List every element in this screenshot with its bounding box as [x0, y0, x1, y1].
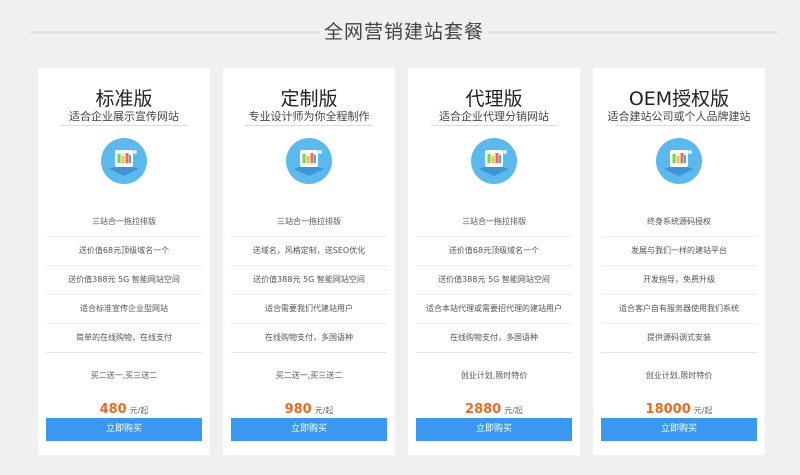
feature-item: 三站合一拖拉排版	[416, 208, 572, 237]
section-header: 全网营销建站套餐	[30, 14, 778, 50]
price-row: 980 元/起	[223, 398, 395, 417]
website-builder-icon	[101, 138, 147, 184]
feature-item: 送价值68元顶级域名一个	[416, 237, 572, 266]
feature-item: 送价值68元顶级域名一个	[46, 237, 202, 266]
plan-name: 定制版	[280, 88, 338, 110]
plan-subtitle: 专业设计师为你全程制作	[248, 110, 370, 123]
feature-list: 三站合一拖拉排版 送价值68元顶级域名一个 送价值388元 5G 智能网站空间 适合标…	[38, 208, 210, 353]
feature-list: 三站合一拖拉排版 送域名，风格定制，送SEO优化 送价值388元 5G 智能网站空间…	[223, 208, 395, 353]
feature-list: 三站合一拖拉排版 送价值68元顶级域名一个 送价值388元 5G 智能网站空间 适合本…	[408, 208, 580, 353]
feature-item: 送价值388元 5G 智能网站空间	[46, 266, 202, 295]
feature-item: 终身系统源码授权	[601, 208, 757, 237]
price-value: 480	[99, 402, 127, 417]
plan-divider	[245, 125, 373, 126]
feature-item: 开发指导，免费升级	[601, 266, 757, 295]
title-line-right	[488, 31, 778, 34]
feature-item: 三站合一拖拉排版	[231, 208, 387, 237]
feature-item: 简单的在线购物，在线支付	[46, 324, 202, 353]
promo-text: 买二送一,买三送二	[90, 371, 158, 380]
price-value: 2880	[465, 402, 502, 417]
plan-name: OEM授权版	[628, 88, 730, 110]
plan-cards: 标准版 适合企业展示宣传网站 三站合一拖拉排版 送价值68元顶级域名一个 送价值38…	[38, 68, 765, 455]
page-title: 全网营销建站套餐	[323, 21, 484, 43]
price-unit: 元/起	[314, 406, 334, 415]
buy-button[interactable]: 立即购买	[231, 418, 387, 441]
plan-card-1: 标准版 适合企业展示宣传网站 三站合一拖拉排版 送价值68元顶级域名一个 送价值38…	[38, 68, 210, 455]
buy-button[interactable]: 立即购买	[601, 418, 757, 441]
plan-name: 标准版	[95, 88, 153, 110]
feature-item: 在线购物支付，多国语种	[416, 324, 572, 353]
price-row: 2880 元/起	[408, 398, 580, 417]
feature-item: 适合需要我们代建站用户	[231, 295, 387, 324]
website-builder-icon	[656, 138, 702, 184]
feature-item: 送域名，风格定制，送SEO优化	[231, 237, 387, 266]
promo-text: 创业计划,限时特价	[645, 371, 713, 380]
plan-name: 代理版	[465, 88, 523, 110]
price-unit: 元/起	[504, 406, 523, 415]
plan-card-3: 代理版 适合企业代理分销网站 三站合一拖拉排版 送价值68元顶级域名一个 送价值38…	[408, 68, 580, 455]
feature-item: 适合标准宣传企业型网站	[46, 295, 202, 324]
price-row: 480 元/起	[38, 398, 210, 417]
price-row: 18000 元/起	[593, 398, 765, 417]
feature-item: 送价值388元 5G 智能网站空间	[231, 266, 387, 295]
price-value: 18000	[645, 402, 691, 417]
pricing-page: 全网营销建站套餐 标准版 适合企业展示宣传网站 三站合一拖拉排版 送价值68元顶级…	[0, 0, 800, 475]
feature-item: 发展与我们一样的建站平台	[601, 237, 757, 266]
website-builder-icon	[471, 138, 517, 184]
feature-item: 三站合一拖拉排版	[46, 208, 202, 237]
feature-item: 在线购物支付，多国语种	[231, 324, 387, 353]
plan-divider	[60, 125, 188, 126]
price-unit: 元/起	[693, 406, 713, 415]
price-unit: 元/起	[129, 406, 149, 415]
promo-text: 创业计划,限时特价	[460, 371, 528, 380]
buy-button[interactable]: 立即购买	[46, 418, 202, 441]
feature-list: 终身系统源码授权 发展与我们一样的建站平台 开发指导，免费升级 适合客户自有服务器使用…	[593, 208, 765, 353]
plan-card-2: 定制版 专业设计师为你全程制作 三站合一拖拉排版 送域名，风格定制，送SEO优化送…	[223, 68, 395, 455]
website-builder-icon	[286, 138, 332, 184]
plan-subtitle: 适合企业代理分销网站	[439, 110, 549, 123]
feature-item: 适合本站代理或需要招代理的建站用户	[416, 295, 572, 324]
buy-button[interactable]: 立即购买	[416, 418, 572, 441]
plan-subtitle: 适合企业展示宣传网站	[69, 110, 179, 123]
plan-divider	[430, 125, 558, 126]
feature-item: 适合客户自有服务器使用我们系统	[601, 295, 757, 324]
price-value: 980	[284, 402, 312, 417]
promo-text: 买二送一,买三送二	[275, 371, 343, 380]
title-line-left	[30, 31, 320, 34]
plan-divider	[615, 125, 743, 126]
feature-item: 送价值388元 5G 智能网站空间	[416, 266, 572, 295]
plan-subtitle: 适合建站公司或个人品牌建站	[607, 110, 751, 123]
plan-card-4: OEM授权版 适合建站公司或个人品牌建站 终身系统源码授权 发展与我们一样的建站平…	[593, 68, 765, 455]
feature-item: 提供源码调式安装	[601, 324, 757, 353]
